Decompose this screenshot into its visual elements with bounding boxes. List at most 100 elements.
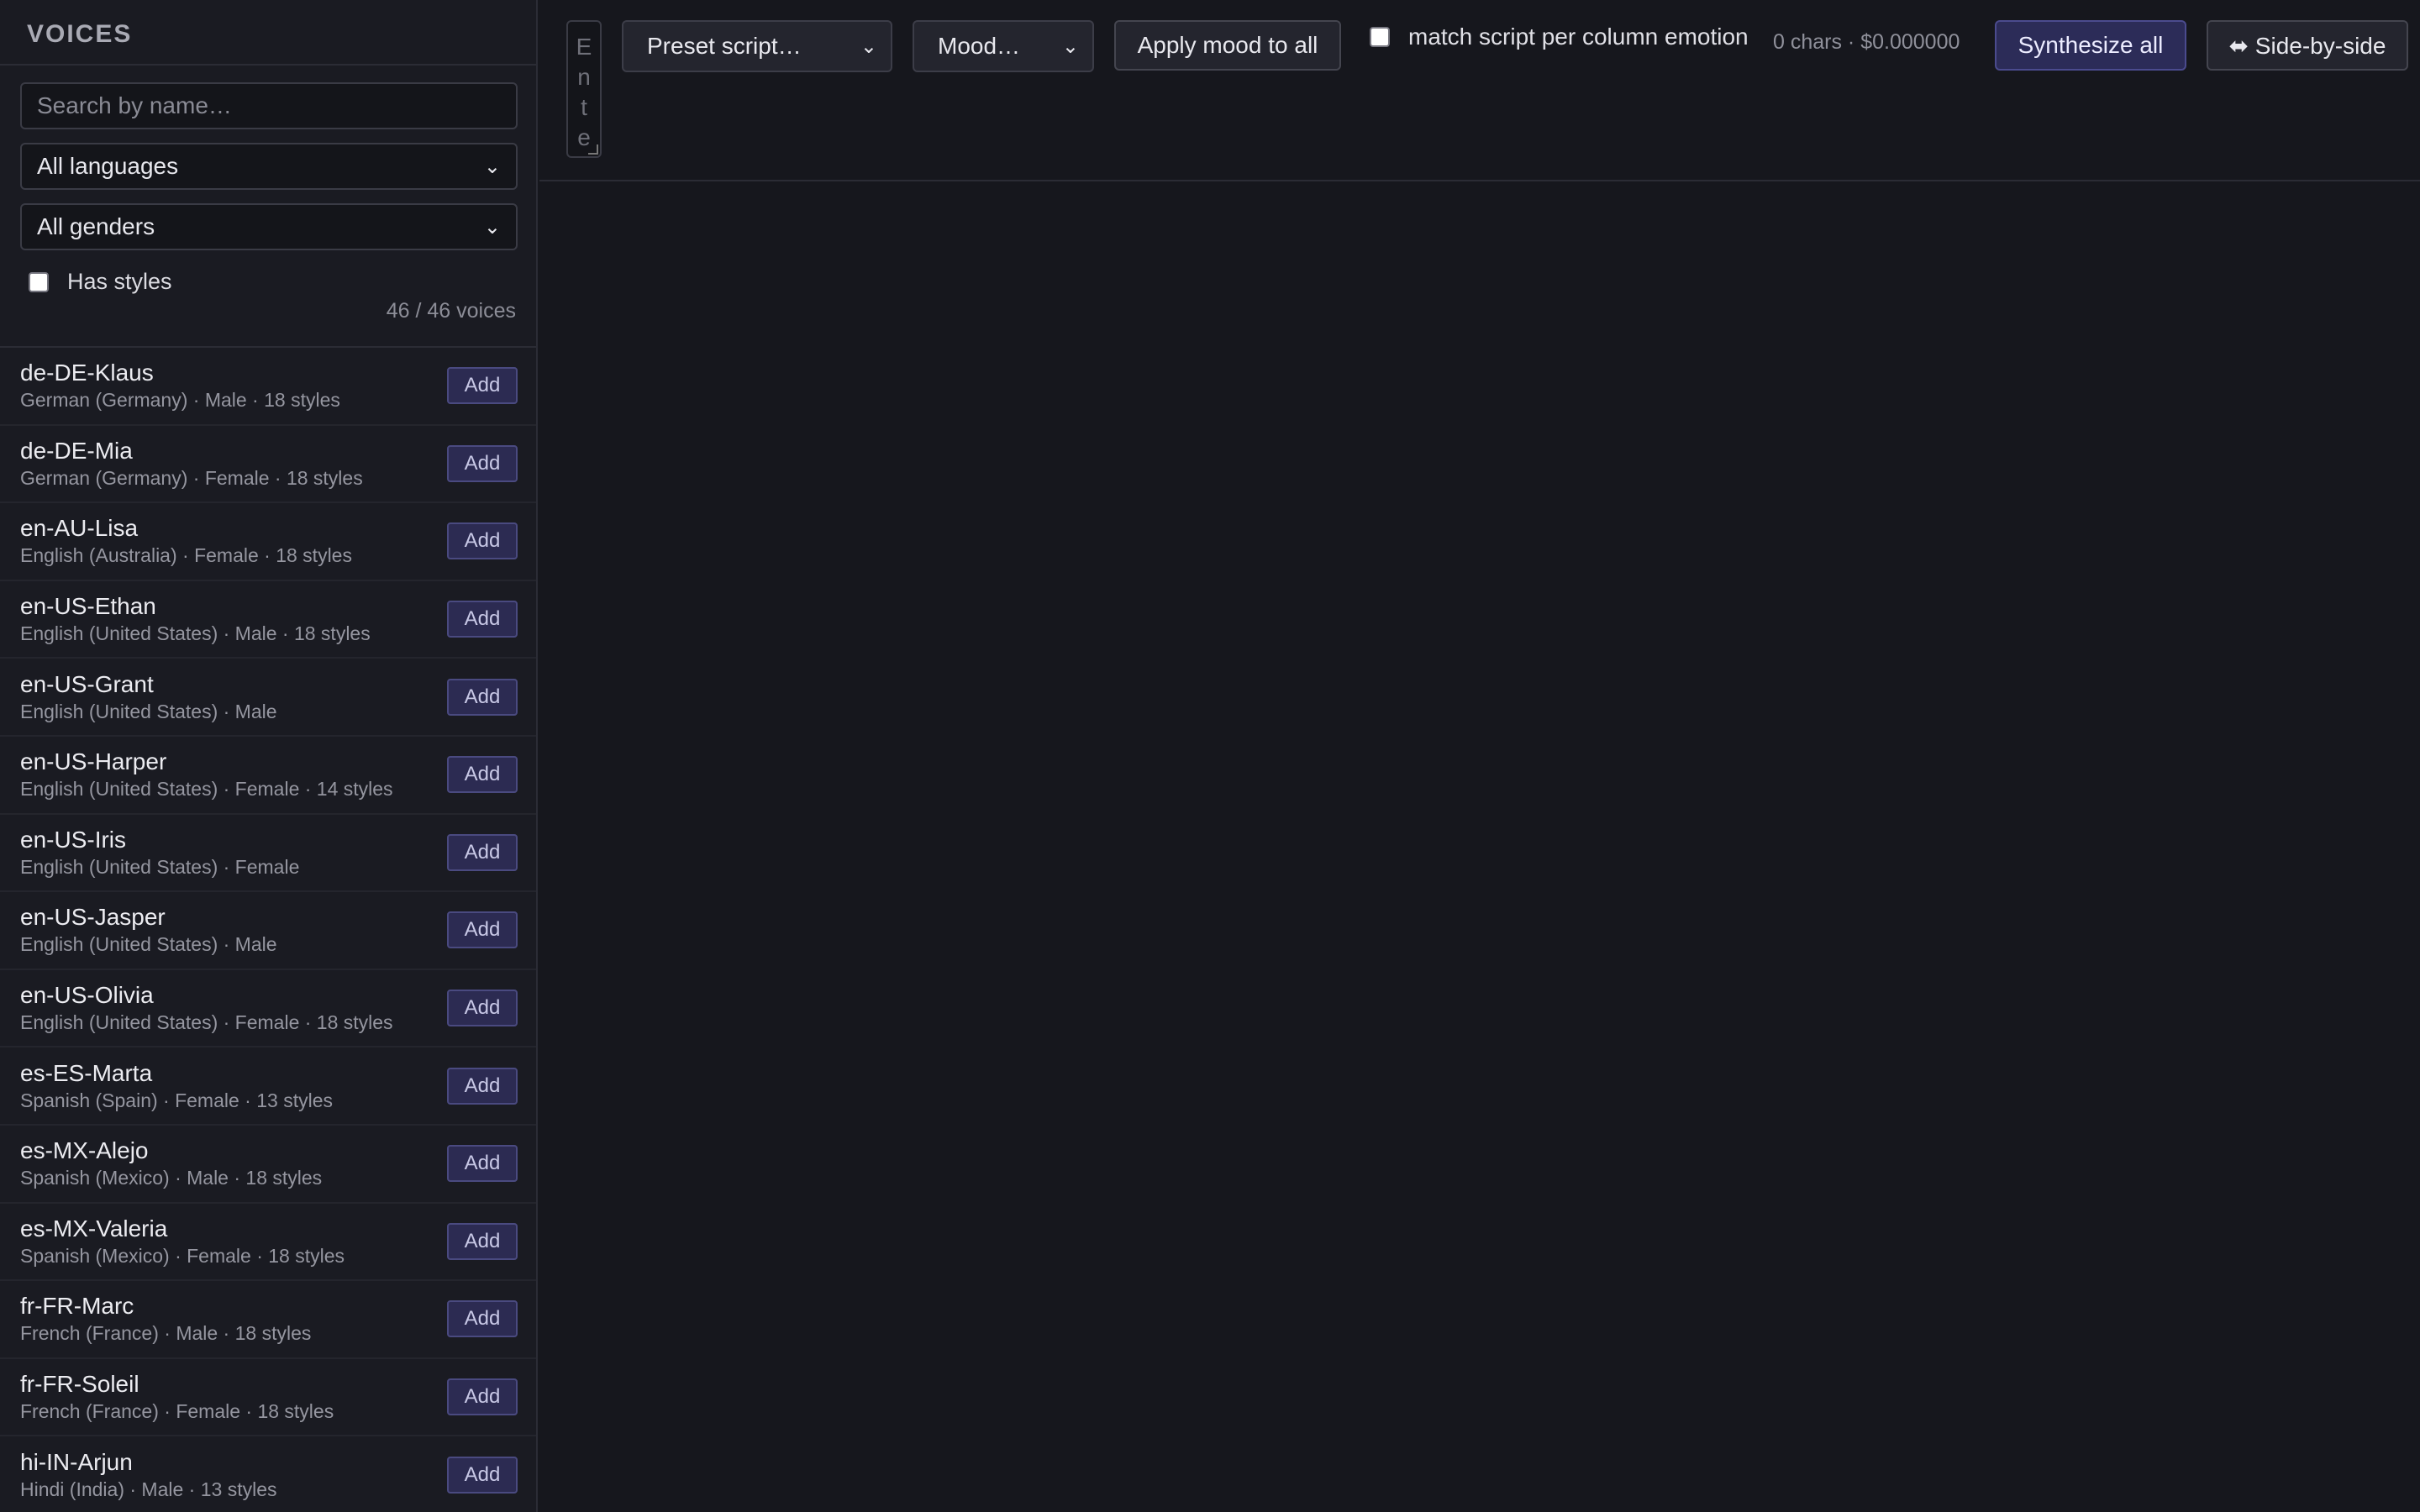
voice-list-item: en-US-Grant English (United States) · Mal… — [0, 659, 536, 737]
mood-select[interactable]: Mood… ⌄ — [913, 20, 1094, 72]
voice-info: es-MX-Valeria Spanish (Mexico) · Female ·… — [20, 1215, 345, 1268]
voice-info: en-US-Jasper English (United States) · Ma… — [20, 903, 277, 957]
add-voice-button[interactable]: Add — [447, 522, 518, 560]
voice-count: 46 / 46 voices — [386, 299, 516, 323]
main-panel: Ente Preset script… ⌄ Mood… ⌄ Apply mood… — [539, 0, 2420, 1512]
add-voice-button[interactable]: Add — [447, 1378, 518, 1416]
voice-list-item: de-DE-Mia German (Germany) · Female · 18 … — [0, 426, 536, 504]
gender-select[interactable]: All genders ⌄ — [20, 203, 518, 250]
gender-select-value: All genders — [37, 213, 155, 239]
voice-name: en-AU-Lisa — [20, 515, 139, 542]
voice-list-item: fr-FR-Soleil French (France) · Female · 1… — [0, 1359, 536, 1437]
has-styles-checkbox[interactable] — [29, 271, 49, 292]
voice-name: en-US-Grant — [20, 670, 154, 697]
voice-meta: Spanish (Mexico) · Female · 18 styles — [20, 1244, 345, 1267]
voice-list-item: en-US-Olivia English (United States) · Fe… — [0, 970, 536, 1048]
voice-info: en-US-Ethan English (United States) · Mal… — [20, 592, 371, 646]
chevron-down-icon: ⌄ — [483, 155, 501, 178]
script-placeholder-letter: n — [577, 64, 591, 90]
voice-meta: English (United States) · Male — [20, 933, 277, 956]
match-emotion-label: match script per column emotion — [1408, 24, 1749, 50]
voice-list-item: en-US-Ethan English (United States) · Mal… — [0, 581, 536, 659]
add-voice-button[interactable]: Add — [447, 756, 518, 794]
voice-meta: German (Germany) · Male · 18 styles — [20, 389, 340, 412]
voice-meta: English (Australia) · Female · 18 styles — [20, 544, 352, 567]
add-voice-button[interactable]: Add — [447, 1145, 518, 1183]
voice-filters: All languages ⌄ All genders ⌄ Has styles… — [0, 66, 536, 348]
match-emotion-checkbox[interactable] — [1370, 27, 1390, 47]
voice-info: es-MX-Alejo Spanish (Mexico) · Male · 18 … — [20, 1137, 322, 1190]
voice-name: de-DE-Mia — [20, 437, 133, 464]
voice-list-item: en-AU-Lisa English (Australia) · Female ·… — [0, 503, 536, 581]
add-voice-button[interactable]: Add — [447, 678, 518, 716]
voices-sidebar: VOICES All languages ⌄ All genders ⌄ Has… — [0, 0, 538, 1512]
add-voice-button[interactable]: Add — [447, 444, 518, 482]
mood-value: Mood… — [938, 33, 1021, 59]
add-voice-button[interactable]: Add — [447, 1300, 518, 1338]
voice-list-item: es-MX-Alejo Spanish (Mexico) · Male · 18 … — [0, 1126, 536, 1204]
voice-list-item: fr-FR-Marc French (France) · Male · 18 st… — [0, 1281, 536, 1359]
language-select-value: All languages — [37, 153, 179, 179]
voice-info: fr-FR-Marc French (France) · Male · 18 st… — [20, 1292, 311, 1346]
char-cost-stats: 0 chars · $0.000000 — [1773, 30, 1960, 54]
voice-meta: French (France) · Male · 18 styles — [20, 1322, 312, 1345]
script-placeholder: Ente — [568, 32, 600, 153]
voice-name: de-DE-Klaus — [20, 360, 154, 386]
voice-list-item: es-ES-Marta Spanish (Spain) · Female · 13… — [0, 1047, 536, 1126]
preset-script-value: Preset script… — [647, 33, 802, 59]
add-voice-button[interactable]: Add — [447, 1456, 518, 1494]
preset-script-select[interactable]: Preset script… ⌄ — [622, 20, 892, 72]
voice-info: fr-FR-Soleil French (France) · Female · 1… — [20, 1370, 334, 1424]
language-select[interactable]: All languages ⌄ — [20, 143, 518, 190]
voice-list-item: de-DE-Klaus German (Germany) · Male · 18 … — [0, 348, 536, 426]
voice-name: en-US-Olivia — [20, 982, 154, 1009]
voice-info: de-DE-Mia German (Germany) · Female · 18 … — [20, 437, 363, 491]
voice-info: hi-IN-Arjun Hindi (India) · Male · 13 sty… — [20, 1448, 277, 1502]
resize-handle-icon[interactable] — [588, 144, 598, 155]
voice-name: fr-FR-Soleil — [20, 1371, 139, 1398]
voice-meta: German (Germany) · Female · 18 styles — [20, 466, 363, 489]
has-styles-filter: Has styles — [20, 269, 516, 295]
voice-meta: English (United States) · Male · 18 styl… — [20, 622, 371, 645]
side-by-side-button[interactable]: ⬌ Side-by-side — [2207, 20, 2408, 71]
voice-info: en-US-Olivia English (United States) · Fe… — [20, 981, 393, 1035]
has-styles-label: Has styles — [67, 269, 172, 294]
sidebar-title: VOICES — [0, 0, 536, 66]
voice-meta: Spanish (Mexico) · Male · 18 styles — [20, 1167, 323, 1189]
script-textarea[interactable]: Ente — [566, 20, 602, 158]
chevron-down-icon: ⌄ — [860, 34, 877, 58]
voice-list-item: hi-IN-Arjun Hindi (India) · Male · 13 sty… — [0, 1436, 536, 1512]
add-voice-button[interactable]: Add — [447, 833, 518, 871]
add-voice-button[interactable]: Add — [447, 601, 518, 638]
voice-name: es-MX-Valeria — [20, 1215, 168, 1242]
script-placeholder-letter: E — [576, 34, 592, 60]
voice-list: de-DE-Klaus German (Germany) · Male · 18 … — [0, 348, 536, 1512]
apply-mood-button[interactable]: Apply mood to all — [1114, 20, 1341, 71]
add-voice-button[interactable]: Add — [447, 1067, 518, 1105]
voice-name: fr-FR-Marc — [20, 1293, 134, 1320]
voice-list-item: en-US-Harper English (United States) · Fe… — [0, 737, 536, 815]
voice-info: en-US-Harper English (United States) · Fe… — [20, 748, 393, 801]
voice-list-item: en-US-Iris English (United States) · Fema… — [0, 815, 536, 893]
add-voice-button[interactable]: Add — [447, 1222, 518, 1260]
voice-name: en-US-Jasper — [20, 904, 166, 931]
voice-info: en-US-Grant English (United States) · Mal… — [20, 670, 277, 724]
voice-meta: English (United States) · Female — [20, 855, 300, 878]
voice-meta: Spanish (Spain) · Female · 13 styles — [20, 1089, 333, 1111]
chevron-down-icon: ⌄ — [483, 215, 501, 239]
add-voice-button[interactable]: Add — [447, 911, 518, 949]
script-placeholder-letter: t — [581, 94, 587, 120]
add-voice-button[interactable]: Add — [447, 990, 518, 1027]
voice-info: de-DE-Klaus German (Germany) · Male · 18 … — [20, 359, 340, 412]
voice-name: es-ES-Marta — [20, 1059, 153, 1086]
voice-name: en-US-Ethan — [20, 593, 156, 620]
voice-info: en-AU-Lisa English (Australia) · Female ·… — [20, 514, 352, 568]
toolbar: Ente Preset script… ⌄ Mood… ⌄ Apply mood… — [539, 0, 2420, 181]
add-voice-button[interactable]: Add — [447, 367, 518, 405]
voice-name: en-US-Iris — [20, 826, 127, 853]
voice-meta: English (United States) · Female · 18 st… — [20, 1011, 393, 1034]
voice-name: en-US-Harper — [20, 748, 167, 775]
voice-list-item: es-MX-Valeria Spanish (Mexico) · Female ·… — [0, 1204, 536, 1282]
search-input[interactable] — [20, 82, 518, 129]
synthesize-all-button[interactable]: Synthesize all — [1995, 20, 2186, 71]
